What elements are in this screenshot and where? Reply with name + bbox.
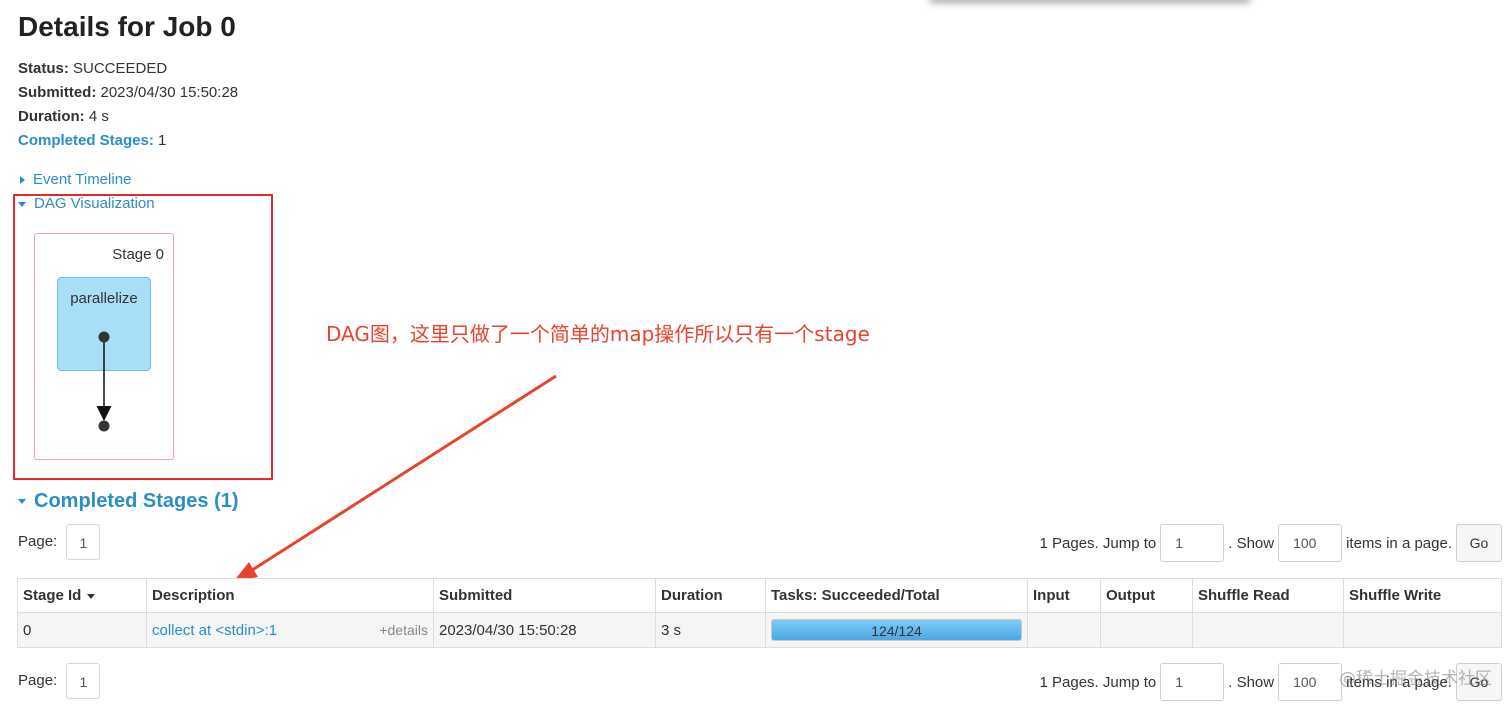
- show-label: . Show: [1228, 673, 1275, 691]
- page-title: Details for Job 0: [18, 11, 236, 42]
- details-toggle[interactable]: +details: [379, 622, 428, 638]
- cell-description: collect at <stdin>:1 +details: [146, 612, 434, 648]
- table-row: 0 collect at <stdin>:1 +details 2023/04/…: [17, 612, 1502, 648]
- show-label: . Show: [1228, 534, 1275, 552]
- tasks-progress-text: 124/124: [871, 623, 922, 639]
- duration-value: 4 s: [88, 108, 109, 125]
- cell-tasks: 124/124: [765, 612, 1028, 648]
- completed-stages-header[interactable]: Completed Stages (1): [18, 490, 238, 513]
- duration-label: Duration:: [18, 108, 85, 125]
- caret-down-icon: [18, 499, 26, 505]
- top-page-controls: 1 Pages. Jump to . Show items in a page.…: [1039, 524, 1502, 562]
- header-description[interactable]: Description: [146, 578, 434, 613]
- completed-stages-value: 1: [158, 132, 167, 149]
- event-timeline-toggle[interactable]: Event Timeline: [18, 171, 131, 188]
- pages-jump-label: 1 Pages. Jump to: [1039, 534, 1157, 552]
- completed-stages-row: Completed Stages: 1: [18, 132, 238, 156]
- jump-to-page-input[interactable]: [1160, 524, 1225, 562]
- header-output[interactable]: Output: [1100, 578, 1193, 613]
- dag-stage-label: Stage 0: [112, 246, 164, 263]
- submitted-label: Submitted:: [18, 84, 97, 101]
- header-input[interactable]: Input: [1027, 578, 1101, 613]
- jump-to-page-input[interactable]: [1160, 663, 1225, 701]
- cell-submitted: 2023/04/30 15:50:28: [433, 612, 656, 648]
- header-submitted[interactable]: Submitted: [433, 578, 656, 613]
- duration-row: Duration: 4 s: [18, 108, 238, 132]
- header-shuffle-read[interactable]: Shuffle Read: [1192, 578, 1344, 613]
- table-header-row: Stage Id Description Submitted Duration …: [17, 578, 1502, 613]
- bottom-pager: Page: 1: [18, 663, 101, 699]
- submitted-value: 2023/04/30 15:50:28: [100, 84, 239, 101]
- go-button[interactable]: Go: [1456, 524, 1502, 562]
- cell-shuffle-read: [1192, 612, 1344, 648]
- completed-stages-link[interactable]: Completed Stages:: [18, 132, 154, 149]
- job-summary: Status: SUCCEEDED Submitted: 2023/04/30 …: [18, 60, 238, 156]
- header-shuffle-write[interactable]: Shuffle Write: [1343, 578, 1502, 613]
- sort-desc-icon: [87, 593, 96, 599]
- watermark-text: @稀土掘金技术社区: [1339, 669, 1492, 689]
- cell-duration: 3 s: [655, 612, 766, 648]
- header-tasks[interactable]: Tasks: Succeeded/Total: [765, 578, 1028, 613]
- submitted-row: Submitted: 2023/04/30 15:50:28: [18, 84, 238, 108]
- stages-table: Stage Id Description Submitted Duration …: [17, 578, 1502, 648]
- status-row: Status: SUCCEEDED: [18, 60, 238, 84]
- pages-jump-label: 1 Pages. Jump to: [1039, 673, 1157, 691]
- page-number-button[interactable]: 1: [66, 663, 101, 699]
- cell-output: [1100, 612, 1193, 648]
- cell-shuffle-write: [1343, 612, 1502, 648]
- cell-stage-id: 0: [17, 612, 147, 648]
- dag-stage-cluster[interactable]: Stage 0 parallelize: [34, 233, 174, 460]
- cell-input: [1027, 612, 1101, 648]
- annotation-text: DAG图，这里只做了一个简单的map操作所以只有一个stage: [326, 322, 870, 346]
- dag-rdd-node[interactable]: parallelize: [57, 277, 151, 371]
- stage-description-link[interactable]: collect at <stdin>:1: [152, 622, 277, 639]
- header-duration[interactable]: Duration: [655, 578, 766, 613]
- page-label: Page:: [18, 671, 58, 689]
- dag-rdd-label: parallelize: [70, 290, 138, 307]
- page-label: Page:: [18, 532, 58, 550]
- tasks-progress-bar: 124/124: [771, 619, 1022, 641]
- completed-stages-title: Completed Stages (1): [34, 490, 239, 512]
- page-number-button[interactable]: 1: [66, 524, 101, 560]
- top-pager: Page: 1: [18, 524, 101, 560]
- event-timeline-label: Event Timeline: [33, 171, 132, 188]
- page-size-input[interactable]: [1278, 663, 1343, 701]
- page-size-input[interactable]: [1278, 524, 1343, 562]
- annotation-arrow-line: [245, 374, 557, 576]
- status-label: Status:: [18, 60, 69, 77]
- items-per-page-label: items in a page.: [1346, 534, 1452, 552]
- caret-right-icon: [20, 176, 25, 185]
- status-value: SUCCEEDED: [73, 60, 168, 77]
- header-stage-id[interactable]: Stage Id: [17, 578, 147, 613]
